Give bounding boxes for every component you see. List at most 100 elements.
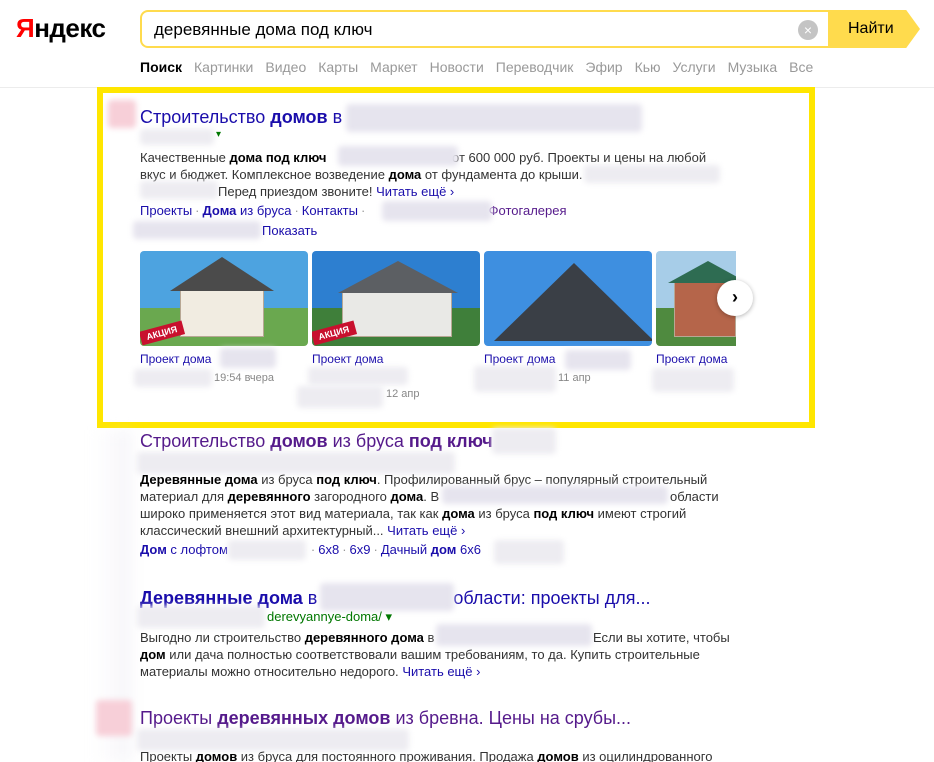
sitelink-text: Дачный (380, 542, 431, 557)
sitelink-houses[interactable]: Дома из бруса (203, 203, 292, 218)
snippet-bold: домов (537, 749, 579, 762)
sitelink-bold: дом (430, 542, 457, 557)
gallery-image-1[interactable]: АКЦИЯ (140, 251, 308, 346)
snippet-text: имеют строгий (594, 506, 687, 521)
gallery-caption-1[interactable]: Проект дома (140, 352, 211, 366)
chevron-right-icon[interactable]: › (717, 280, 753, 316)
redacted-source (474, 366, 556, 392)
nav-tab-services[interactable]: Услуги (673, 59, 716, 75)
redacted-sitelink (228, 540, 306, 560)
snippet-bold: деревянного (227, 489, 311, 504)
result1-title[interactable]: Строительство домов в (140, 106, 342, 128)
result1-sitelinks: Проекты·Дома из бруса·Контакты··Фотогале… (140, 203, 567, 218)
snippet-text: материалы можно относительно недорого. (140, 664, 399, 679)
search-box: × (140, 10, 830, 48)
nav-tab-search[interactable]: Поиск (140, 59, 182, 75)
nav-tab-market[interactable]: Маркет (370, 59, 417, 75)
show-link[interactable]: Показать (262, 223, 317, 238)
nav-tab-translator[interactable]: Переводчик (496, 59, 574, 75)
logo-rest: ндекс (34, 13, 106, 43)
redacted-text (584, 165, 720, 183)
sitelink-dacha[interactable]: Дачный дом 6х6 (381, 542, 481, 557)
search-form: × Найти (140, 10, 920, 48)
sitelink-text: 6х6 (456, 542, 481, 557)
nav-tab-all[interactable]: Все (789, 59, 813, 75)
redacted-title-part (320, 583, 454, 611)
result2-snippet-region: области (670, 489, 719, 504)
gallery-caption-3[interactable]: Проект дома (484, 352, 555, 366)
result4-title[interactable]: Проекты деревянных домов из бревна. Цены… (140, 707, 631, 729)
result1-snippet-line3: Перед приездом звоните! Читать ещё › (218, 183, 454, 200)
nav-tab-q[interactable]: Кью (635, 59, 661, 75)
redacted-source (297, 386, 383, 408)
result2-snippet-line3: широко применяется этот вид материала, т… (140, 505, 686, 522)
redacted-title-part (346, 104, 642, 132)
gallery-date-3: 11 апр (558, 372, 591, 384)
title-part: из бревна. Цены на срубы... (390, 708, 632, 728)
nav-tab-maps[interactable]: Карты (318, 59, 358, 75)
sitelink-gallery[interactable]: Фотогалерея (489, 203, 567, 218)
nav-tab-efir[interactable]: Эфир (585, 59, 622, 75)
title-part: из бруса (327, 431, 409, 451)
read-more-link[interactable]: Читать ещё › (387, 523, 465, 538)
snippet-bold: под ключ (316, 472, 377, 487)
snippet-text: загородного (310, 489, 391, 504)
title-part: Строительство (140, 431, 271, 451)
title-part: в (302, 588, 318, 608)
snippet-bold: домов (195, 749, 238, 762)
snippet-bold: деревянного дома (304, 630, 424, 645)
sitelink-loft[interactable]: Дом с лофтом (140, 542, 228, 557)
gallery-caption-2[interactable]: Проект дома (312, 352, 383, 366)
gallery-caption-4[interactable]: Проект дома (656, 352, 736, 366)
roof-shape (668, 261, 736, 283)
gallery-image-3[interactable] (484, 251, 652, 346)
snippet-text: Проекты (140, 749, 196, 762)
snippet-bold: дом (140, 647, 166, 662)
redacted-sitelink (494, 540, 564, 564)
redacted-text (133, 221, 261, 239)
redacted-sitelink (382, 201, 492, 221)
snippet-text: широко применяется этот вид материала, т… (140, 506, 443, 521)
read-more-link[interactable]: Читать ещё › (402, 664, 480, 679)
read-more-link[interactable]: Читать ещё › (376, 184, 454, 199)
title-bold: деревянных домов (217, 708, 391, 728)
sitelink-separator: · (360, 203, 366, 218)
yandex-logo[interactable]: Яндекс (16, 12, 106, 44)
redacted-caption (220, 348, 276, 368)
nav-tab-news[interactable]: Новости (430, 59, 484, 75)
sitelink-separator: · (373, 542, 378, 557)
result2-snippet-line2: материал для деревянного загородного дом… (140, 488, 439, 505)
result2-title[interactable]: Строительство домов из бруса под ключ (140, 430, 493, 452)
sitelink-6x8[interactable]: 6х8 (318, 542, 339, 557)
clear-icon[interactable]: × (798, 20, 818, 40)
sitelink-bold: Дом (140, 542, 167, 557)
favicon-blurred (96, 700, 132, 736)
url-arrow-icon[interactable]: ▾ (216, 129, 221, 140)
sitelink-contacts[interactable]: Контакты (302, 203, 358, 218)
house-shape (180, 289, 264, 337)
find-button[interactable]: Найти (828, 10, 920, 48)
result2-snippet-line4: классический внешний архитектурный... Чи… (140, 522, 465, 539)
search-input[interactable] (154, 20, 794, 40)
snippet-text: . В (423, 489, 440, 504)
redacted-source (308, 367, 408, 385)
sitelink-6x9[interactable]: 6х9 (350, 542, 371, 557)
search-nav: Поиск Картинки Видео Карты Маркет Новости Пере… (140, 59, 825, 75)
result4-snippet: Проекты домов из бруса для постоянного п… (140, 748, 712, 762)
result3-snippet-line2: дом или дача полностью соответствовали в… (140, 646, 700, 663)
snippet-text: Качественные (140, 150, 230, 165)
redacted-text (338, 146, 458, 166)
result3-snippet-line1: Выгодно ли строительство деревянного дом… (140, 629, 434, 646)
redacted-text (140, 181, 218, 199)
snippet-text: из оцилиндрованного (578, 749, 713, 762)
redacted-source (134, 369, 212, 387)
nav-tab-music[interactable]: Музыка (728, 59, 778, 75)
roof-shape (494, 263, 652, 341)
sitelink-projects[interactable]: Проекты (140, 203, 192, 218)
snippet-text: в (423, 630, 435, 645)
gallery-image-2[interactable]: АКЦИЯ (312, 251, 480, 346)
nav-tab-images[interactable]: Картинки (194, 59, 253, 75)
result3-url[interactable]: derevyannye-doma/ ▾ (267, 609, 392, 625)
nav-tab-video[interactable]: Видео (265, 59, 306, 75)
snippet-text: материал для (140, 489, 228, 504)
